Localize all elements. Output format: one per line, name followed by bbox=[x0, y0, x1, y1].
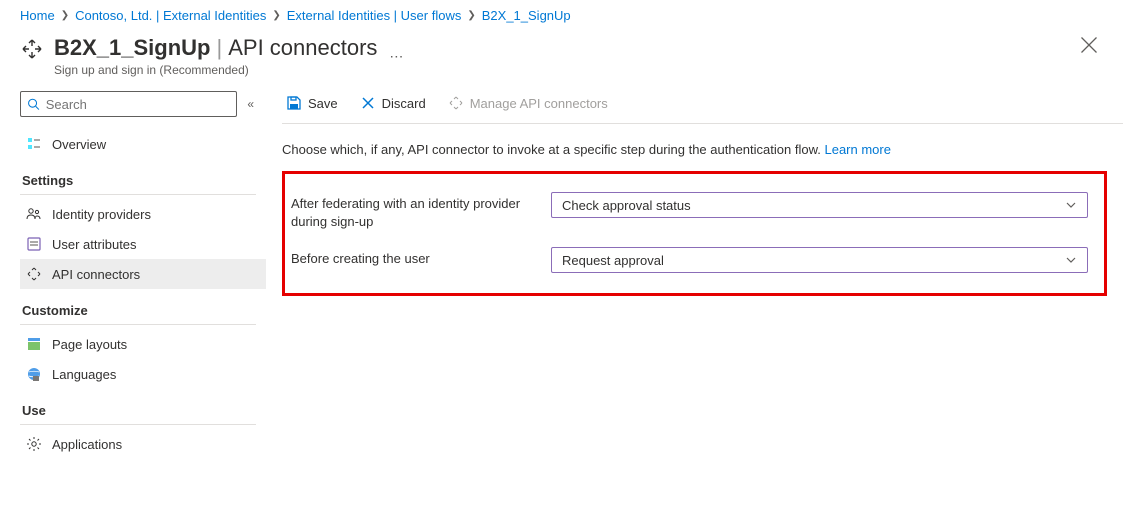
sidebar-item-label: Page layouts bbox=[52, 337, 127, 352]
form-label: After federating with an identity provid… bbox=[291, 192, 551, 231]
title-bold: B2X_1_SignUp bbox=[54, 35, 211, 61]
manage-api-connectors-button[interactable]: Manage API connectors bbox=[444, 93, 612, 113]
chevron-right-icon: ❯ bbox=[467, 10, 475, 21]
close-icon bbox=[1079, 35, 1099, 55]
page-header: B2X_1_SignUp | API connectors Sign up an… bbox=[0, 27, 1123, 83]
sidebar: « Overview Settings Identity providers bbox=[20, 91, 266, 459]
sidebar-item-label: Identity providers bbox=[52, 207, 151, 222]
save-button[interactable]: Save bbox=[282, 93, 342, 113]
sidebar-item-label: User attributes bbox=[52, 237, 137, 252]
toolbar: Save Discard Manage API connectors bbox=[282, 91, 1123, 124]
gear-icon bbox=[26, 436, 42, 452]
chevron-right-icon: ❯ bbox=[272, 10, 280, 21]
save-icon bbox=[286, 95, 302, 111]
breadcrumb-org[interactable]: Contoso, Ltd. | External Identities bbox=[75, 8, 266, 23]
sidebar-item-user-attributes[interactable]: User attributes bbox=[20, 229, 266, 259]
layout-icon bbox=[26, 336, 42, 352]
globe-icon bbox=[26, 366, 42, 382]
page-subtitle: Sign up and sign in (Recommended) bbox=[54, 63, 377, 77]
button-label: Manage API connectors bbox=[470, 96, 608, 111]
sidebar-item-label: Languages bbox=[52, 367, 116, 382]
dropdown-before-creating[interactable]: Request approval bbox=[551, 247, 1088, 273]
breadcrumb-userflows[interactable]: External Identities | User flows bbox=[287, 8, 462, 23]
move-arrows-icon bbox=[448, 95, 464, 111]
form-row-after-federating: After federating with an identity provid… bbox=[291, 192, 1088, 231]
discard-button[interactable]: Discard bbox=[356, 93, 430, 113]
title-section: API connectors bbox=[228, 35, 377, 61]
close-icon bbox=[360, 95, 376, 111]
form-label: Before creating the user bbox=[291, 247, 551, 268]
breadcrumb: Home ❯ Contoso, Ltd. | External Identiti… bbox=[0, 0, 1123, 27]
sidebar-item-label: Applications bbox=[52, 437, 122, 452]
dropdown-after-federating[interactable]: Check approval status bbox=[551, 192, 1088, 218]
button-label: Save bbox=[308, 96, 338, 111]
search-box[interactable] bbox=[20, 91, 237, 117]
chevron-right-icon: ❯ bbox=[61, 10, 69, 21]
breadcrumb-home[interactable]: Home bbox=[20, 8, 55, 23]
learn-more-link[interactable]: Learn more bbox=[824, 142, 890, 157]
close-button[interactable] bbox=[1079, 35, 1099, 55]
form-row-before-creating: Before creating the user Request approva… bbox=[291, 247, 1088, 273]
sidebar-heading-settings: Settings bbox=[20, 159, 256, 195]
people-icon bbox=[26, 206, 42, 222]
title-separator: | bbox=[217, 35, 223, 61]
sidebar-item-languages[interactable]: Languages bbox=[20, 359, 266, 389]
chevron-down-icon bbox=[1065, 199, 1077, 211]
sidebar-heading-use: Use bbox=[20, 389, 256, 425]
sidebar-item-label: Overview bbox=[52, 137, 106, 152]
overview-icon bbox=[26, 136, 42, 152]
highlighted-region: After federating with an identity provid… bbox=[282, 171, 1107, 296]
page-title: B2X_1_SignUp | API connectors bbox=[54, 35, 377, 61]
sidebar-item-label: API connectors bbox=[52, 267, 140, 282]
button-label: Discard bbox=[382, 96, 426, 111]
collapse-sidebar-button[interactable]: « bbox=[247, 97, 254, 111]
breadcrumb-current[interactable]: B2X_1_SignUp bbox=[482, 8, 571, 23]
sidebar-item-api-connectors[interactable]: API connectors bbox=[20, 259, 266, 289]
dropdown-value: Request approval bbox=[562, 253, 664, 268]
chevron-down-icon bbox=[1065, 254, 1077, 266]
move-arrows-icon bbox=[26, 266, 42, 282]
more-actions-button[interactable]: ⋯ bbox=[389, 48, 403, 65]
search-input[interactable] bbox=[46, 97, 231, 112]
dropdown-value: Check approval status bbox=[562, 198, 691, 213]
sidebar-heading-customize: Customize bbox=[20, 289, 256, 325]
sidebar-item-applications[interactable]: Applications bbox=[20, 429, 266, 459]
description-label: Choose which, if any, API connector to i… bbox=[282, 142, 821, 157]
move-arrows-icon bbox=[20, 37, 44, 61]
sidebar-item-page-layouts[interactable]: Page layouts bbox=[20, 329, 266, 359]
description-text: Choose which, if any, API connector to i… bbox=[282, 124, 1123, 171]
form-icon bbox=[26, 236, 42, 252]
sidebar-item-overview[interactable]: Overview bbox=[20, 129, 266, 159]
main-content: Save Discard Manage API connectors Choos… bbox=[266, 91, 1123, 296]
sidebar-item-identity-providers[interactable]: Identity providers bbox=[20, 199, 266, 229]
search-icon bbox=[27, 97, 40, 111]
